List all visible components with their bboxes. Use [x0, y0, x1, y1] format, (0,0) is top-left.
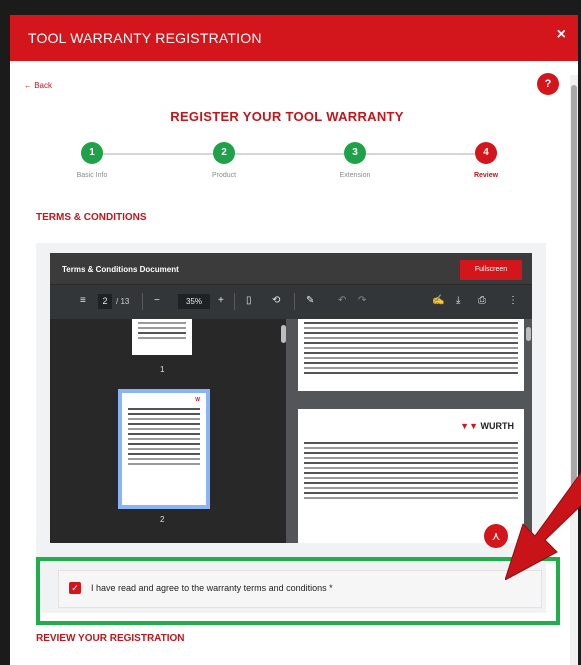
modal-title: TOOL WARRANTY REGISTRATION — [28, 30, 262, 46]
step-number-badge: 4 — [475, 142, 497, 164]
page-scrollbar[interactable] — [526, 327, 531, 341]
fullscreen-button[interactable]: Fullscreen — [460, 260, 522, 280]
download-icon[interactable]: ⤓ — [456, 295, 460, 306]
undo-icon[interactable]: ↶ — [338, 295, 346, 306]
zoom-out-icon[interactable]: − — [154, 295, 160, 306]
step-basic-info: 1 Basic Info — [52, 142, 132, 179]
modal-header: TOOL WARRANTY REGISTRATION × — [10, 15, 578, 61]
page-number-input[interactable]: 2 — [98, 294, 112, 309]
pdf-page-1 — [298, 319, 524, 391]
warranty-modal: TOOL WARRANTY REGISTRATION × ← Back ? RE… — [10, 15, 578, 665]
review-section-title: REVIEW YOUR REGISTRATION — [36, 633, 185, 644]
pdf-toolbar: ≡ 2 / 13 − 35% + ▯ ⟲ ✎ ↶ ↷ ✍ ⤓ ⎙ ⋮ — [50, 285, 532, 319]
terms-section-title: TERMS & CONDITIONS — [36, 212, 147, 223]
help-button[interactable]: ? — [537, 73, 559, 95]
toolbar-divider — [234, 293, 235, 310]
page-view: ▼▼ WURTH — [286, 319, 532, 543]
step-label: Review — [473, 172, 499, 179]
step-label: Basic Info — [76, 172, 108, 179]
step-number-badge: 1 — [81, 142, 103, 164]
step-product: 2 Product — [184, 142, 264, 179]
thumbnail-number: 2 — [160, 515, 165, 524]
zoom-level-input[interactable]: 35% — [178, 294, 210, 309]
annotate-icon[interactable]: ✎ — [306, 295, 314, 306]
print-icon[interactable]: ⎙ — [478, 295, 486, 306]
thumbnail-page-2[interactable]: W — [118, 389, 210, 509]
sidebar-toggle-icon[interactable]: ≡ — [80, 295, 86, 306]
agree-label: I have read and agree to the warranty te… — [91, 583, 333, 593]
back-link[interactable]: ← Back — [24, 81, 52, 90]
sign-icon[interactable]: ✍ — [432, 295, 444, 306]
modal-scrollbar-thumb[interactable] — [571, 85, 577, 500]
thumbnail-pane: 1 W 2 — [50, 319, 286, 543]
step-number-badge: 2 — [213, 142, 235, 164]
page-total: / 13 — [116, 297, 130, 306]
toolbar-divider — [294, 293, 295, 310]
step-label: Product — [211, 172, 237, 179]
agree-checkbox[interactable]: ✓ — [69, 582, 81, 594]
wurth-logo: ▼▼ WURTH — [460, 421, 514, 431]
document-header: Terms & Conditions Document Fullscreen — [50, 253, 532, 285]
step-label: Extension — [339, 172, 371, 179]
document-title: Terms & Conditions Document — [62, 265, 179, 274]
step-extension: 3 Extension — [315, 142, 395, 179]
stepper-track — [92, 153, 486, 155]
thumbnail-number: 1 — [160, 365, 165, 374]
page-title: REGISTER YOUR TOOL WARRANTY — [170, 109, 404, 124]
step-number-badge: 3 — [344, 142, 366, 164]
agreement-row: ✓ I have read and agree to the warranty … — [58, 570, 542, 608]
thumbnail-page-1[interactable] — [132, 319, 192, 355]
toolbar-divider — [142, 293, 143, 310]
step-review: 4 Review — [446, 142, 526, 179]
more-options-icon[interactable]: ⋮ — [508, 295, 518, 306]
pdf-page-2: ▼▼ WURTH — [298, 409, 524, 543]
pointer-arrow-icon — [505, 471, 581, 580]
close-icon[interactable]: × — [557, 26, 566, 44]
rotate-icon[interactable]: ⟲ — [272, 295, 280, 306]
zoom-in-icon[interactable]: + — [218, 295, 224, 306]
document-viewer: Terms & Conditions Document Fullscreen ≡… — [50, 253, 532, 543]
fit-page-icon[interactable]: ▯ — [246, 295, 252, 306]
redo-icon[interactable]: ↷ — [358, 295, 366, 306]
